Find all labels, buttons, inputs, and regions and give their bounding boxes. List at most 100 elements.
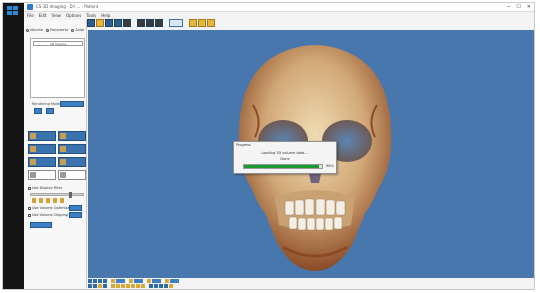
brightness-value[interactable] <box>116 279 125 283</box>
zoom-level-icon[interactable] <box>147 279 151 283</box>
opacity-slider[interactable] <box>30 192 84 198</box>
maximize-button[interactable]: ☐ <box>516 4 520 10</box>
title-bar: CS 3D Imaging · D:\ ... · Patient ─ ☐ ✕ <box>24 3 534 12</box>
annotate-icon <box>30 172 36 178</box>
copy-icon[interactable] <box>155 19 163 27</box>
layout-icon[interactable] <box>114 19 122 27</box>
tool-h-icon[interactable] <box>126 284 130 288</box>
opacity-value[interactable] <box>170 279 179 283</box>
progress-percent: 96% <box>326 164 334 168</box>
tool-p-icon[interactable] <box>169 284 173 288</box>
preset-airway-icon[interactable] <box>60 198 64 203</box>
application-window: CS 3D Imaging · D:\ ... · Patient ─ ☐ ✕ … <box>2 2 535 290</box>
pan-tool-button[interactable] <box>58 131 86 141</box>
next-frame-icon[interactable] <box>98 279 102 283</box>
view-front-icon[interactable] <box>87 19 95 27</box>
option-b-button[interactable] <box>46 108 54 114</box>
tool-j-icon[interactable] <box>136 284 140 288</box>
apply-button[interactable] <box>30 222 52 228</box>
tool-c-icon[interactable] <box>98 284 102 288</box>
opacity-icon[interactable] <box>165 279 169 283</box>
progress-bar-fill <box>244 165 319 168</box>
pan-icon <box>60 133 66 139</box>
tool-m-icon[interactable] <box>154 284 158 288</box>
crop-icon <box>60 159 66 165</box>
tool-a-icon[interactable] <box>88 284 92 288</box>
tab-volume[interactable]: Volume <box>26 28 43 32</box>
first-frame-icon[interactable] <box>88 279 92 283</box>
zoom-tool-button[interactable] <box>28 144 56 154</box>
orbit-tool-button[interactable] <box>28 131 56 141</box>
contrast-icon[interactable] <box>129 279 133 283</box>
view-mode-tabs: Volume Panoramic Axial <box>26 28 84 32</box>
list-item-selected[interactable]: 3D Volume <box>33 41 83 46</box>
minimize-button[interactable]: ─ <box>507 4 510 10</box>
left-panel: Volume Panoramic Axial 3D Volume Renderi… <box>24 20 87 288</box>
tool-b-icon[interactable] <box>93 284 97 288</box>
tab-panoramic[interactable]: Panoramic <box>46 28 68 32</box>
last-frame-icon[interactable] <box>103 279 107 283</box>
tool-e-icon[interactable] <box>111 284 115 288</box>
rendering-mode-select[interactable] <box>60 101 84 107</box>
close-button[interactable]: ✕ <box>527 4 531 10</box>
window-controls: ─ ☐ ✕ <box>507 4 531 10</box>
tool-l-icon[interactable] <box>149 284 153 288</box>
menu-file[interactable]: File <box>27 13 34 20</box>
prev-frame-icon[interactable] <box>93 279 97 283</box>
brightness-icon[interactable] <box>111 279 115 283</box>
window-title: CS 3D Imaging · D:\ ... · Patient <box>36 4 99 9</box>
tool-o-icon[interactable] <box>164 284 168 288</box>
preset-teeth-icon[interactable] <box>46 198 50 203</box>
preset-skin-icon[interactable] <box>39 198 43 203</box>
tab-axial[interactable]: Axial <box>71 28 84 32</box>
print-icon[interactable] <box>137 19 145 27</box>
preset-soft-icon[interactable] <box>53 198 57 203</box>
menu-view[interactable]: View <box>51 13 61 20</box>
volume-list[interactable]: 3D Volume <box>30 38 85 98</box>
windows-start-icon[interactable] <box>7 6 19 16</box>
image-toolbar <box>87 17 215 29</box>
view-side-icon[interactable] <box>96 19 104 27</box>
rotate-icon <box>30 159 36 165</box>
progress-bar <box>243 164 323 169</box>
progress-dialog-title: Progress <box>236 143 251 147</box>
tool-d-icon[interactable] <box>103 284 107 288</box>
os-taskbar <box>3 3 24 289</box>
settings-icon[interactable] <box>189 19 197 27</box>
app-icon <box>27 4 33 10</box>
reset-icon <box>60 172 66 178</box>
view-top-icon[interactable] <box>105 19 113 27</box>
tool-n-icon[interactable] <box>159 284 163 288</box>
option-a-button[interactable] <box>34 108 42 114</box>
zoom-icon <box>30 146 36 152</box>
menu-edit[interactable]: Edit <box>39 13 47 20</box>
info-icon[interactable] <box>207 19 215 27</box>
reset-tool-button[interactable] <box>58 170 86 180</box>
slider-handle[interactable] <box>69 192 72 198</box>
tool-g-icon[interactable] <box>121 284 125 288</box>
zoom-level-value[interactable] <box>152 279 161 283</box>
tool-f-icon[interactable] <box>116 284 120 288</box>
volume-clipping-checkbox[interactable]: Use Volume Clipping <box>28 213 68 217</box>
email-icon[interactable] <box>169 19 183 27</box>
crop-tool-button[interactable] <box>58 157 86 167</box>
preset-bone-icon[interactable] <box>32 198 36 203</box>
progress-dialog: Progress Loading 3D volume data.... Done… <box>233 141 337 174</box>
display-filter-checkbox[interactable]: Use Display Filter <box>28 186 62 190</box>
rotate-tool-button[interactable] <box>28 157 56 167</box>
contrast-value[interactable] <box>134 279 143 283</box>
clipping-settings-button[interactable] <box>69 212 82 218</box>
tool-k-icon[interactable] <box>141 284 145 288</box>
annotate-tool-button[interactable] <box>28 170 56 180</box>
menu-options[interactable]: Options <box>66 13 81 20</box>
progress-status: Done <box>280 157 290 161</box>
measure-tool-button[interactable] <box>58 144 86 154</box>
rendering-mode-label: Rendering Mode <box>32 102 61 106</box>
grid-icon[interactable] <box>123 19 131 27</box>
measure-icon <box>60 146 66 152</box>
save-icon[interactable] <box>146 19 154 27</box>
progress-message: Loading 3D volume data.... <box>261 151 309 155</box>
optimization-settings-button[interactable] <box>69 205 82 211</box>
tool-i-icon[interactable] <box>131 284 135 288</box>
help-icon[interactable] <box>198 19 206 27</box>
